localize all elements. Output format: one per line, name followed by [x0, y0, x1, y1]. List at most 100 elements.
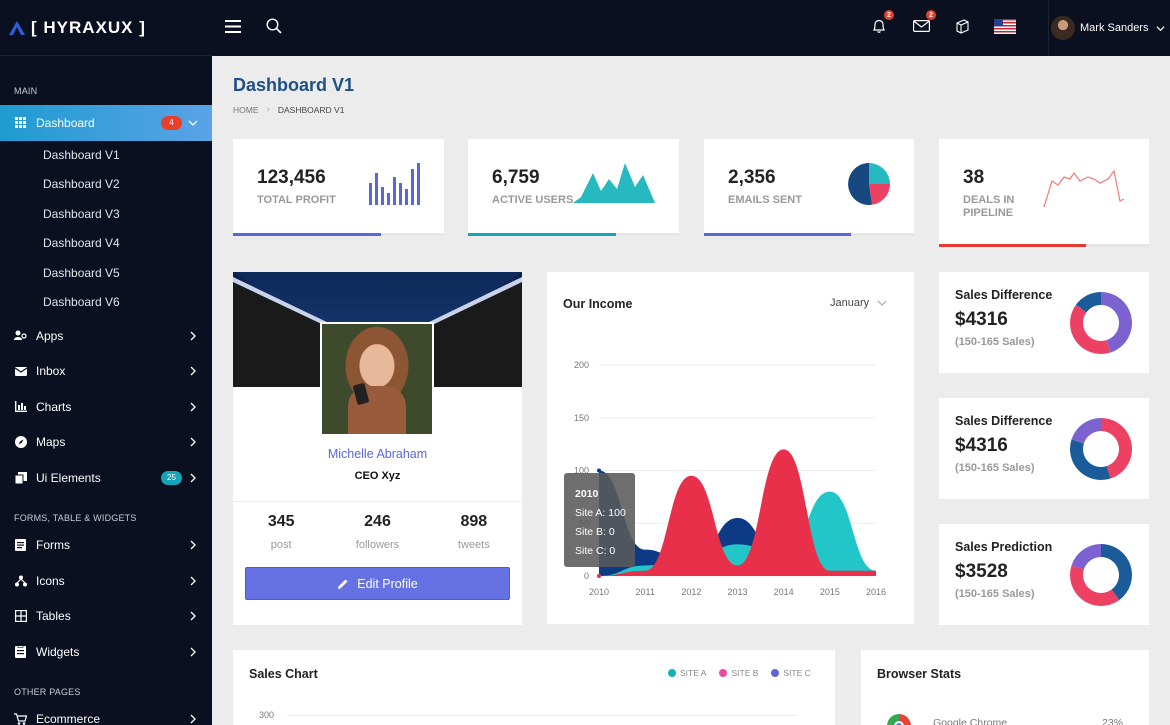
- sidebar-item-icons[interactable]: Icons: [0, 563, 212, 599]
- sidebar-item-widgets[interactable]: Widgets: [0, 634, 212, 670]
- sales-difference-card-2: Sales Difference $4316 (150-165 Sales): [939, 398, 1149, 499]
- y-tick-label: 150: [574, 413, 589, 423]
- chevron-right-icon: ›: [266, 104, 270, 115]
- notification-count-badge: 2: [884, 10, 894, 20]
- chart-tooltip: 2010 Site A: 100 Site B: 0 Site C: 0: [564, 473, 635, 567]
- sales-chart-card: Sales Chart SITE A SITE B SITE C 300: [233, 650, 835, 725]
- sidebar-item-ui-elements[interactable]: Ui Elements 25: [0, 460, 212, 496]
- stat-value: 345: [267, 513, 295, 530]
- donut-segment: [1071, 544, 1101, 570]
- clone-icon: [14, 471, 27, 484]
- bar-chart-icon: [14, 400, 27, 413]
- stat-label: EMAILS SENT: [728, 194, 802, 206]
- sidebar-item-tables[interactable]: Tables: [0, 599, 212, 635]
- chevron-right-icon: [188, 714, 198, 724]
- us-flag-icon: [994, 18, 1016, 34]
- sidebar-item-label: Inbox: [36, 364, 66, 379]
- profile-stat-tweets: 898 tweets: [426, 513, 522, 551]
- user-name: Mark Sanders: [1080, 22, 1149, 34]
- profile-name[interactable]: Michelle Abraham: [233, 447, 522, 461]
- chevron-right-icon: [188, 473, 198, 483]
- sidebar-subitem-dashboard-v5[interactable]: Dashboard V5: [0, 259, 212, 289]
- messages-button[interactable]: 2: [910, 10, 936, 37]
- sidebar-item-maps[interactable]: Maps: [0, 425, 212, 461]
- sidebar-item-label: Tables: [36, 609, 71, 624]
- legend-label: SITE A: [680, 668, 707, 678]
- card-title: Sales Prediction: [955, 540, 1053, 554]
- sidebar-item-label: Charts: [36, 399, 72, 414]
- section-title-main: MAIN: [14, 86, 38, 96]
- compass-icon: [14, 436, 27, 449]
- x-tick-label: 2012: [681, 587, 701, 597]
- grid-icon: [14, 116, 27, 129]
- chevron-right-icon: [188, 576, 198, 586]
- page-title: Dashboard V1: [233, 75, 355, 95]
- chevron-right-icon: [188, 437, 198, 447]
- clipboard-icon: [14, 645, 27, 658]
- income-chart: 0501001502002010201120122013201420152016: [574, 360, 886, 597]
- mini-pie-chart: [848, 163, 890, 205]
- hamburger-icon: [225, 19, 241, 33]
- legend-item[interactable]: SITE B: [719, 668, 758, 678]
- profile-role: CEO Xyz: [354, 470, 401, 482]
- mini-area-chart: [573, 163, 655, 203]
- sidebar-subitem-dashboard-v3[interactable]: Dashboard V3: [0, 200, 212, 230]
- chevron-down-icon: [188, 118, 198, 128]
- breadcrumb-current: DASHBOARD V1: [277, 104, 345, 115]
- sidebar-subitem-dashboard-v4[interactable]: Dashboard V4: [0, 229, 212, 259]
- card-value: $4316: [955, 435, 1008, 456]
- profile-photo: [320, 322, 434, 436]
- browser-stats-title: Browser Stats: [877, 667, 962, 681]
- y-tick-label: 300: [259, 710, 275, 720]
- breadcrumb: HOME › DASHBOARD V1: [233, 104, 344, 115]
- sidebar-item-apps[interactable]: Apps: [0, 318, 212, 354]
- stat-label-line2: PIPELINE: [963, 207, 1014, 219]
- sales-chart-legend: SITE A SITE B SITE C: [668, 668, 824, 678]
- profile-stat-followers: 246 followers: [329, 513, 425, 551]
- legend-swatch: [668, 669, 676, 677]
- sidebar-item-forms[interactable]: Forms: [0, 528, 212, 564]
- legend-label: SITE B: [731, 668, 759, 678]
- income-card: Our Income January 050100150200201020112…: [547, 272, 914, 624]
- notifications-button[interactable]: 2: [868, 10, 894, 37]
- card-subtitle: (150-165 Sales): [955, 336, 1035, 348]
- legend-item[interactable]: SITE C: [771, 668, 811, 678]
- apps-button[interactable]: [951, 15, 973, 37]
- sidebar-subitem-dashboard-v6[interactable]: Dashboard V6: [0, 288, 212, 318]
- sidebar-item-inbox[interactable]: Inbox: [0, 354, 212, 390]
- chevron-down-icon: [1156, 25, 1165, 31]
- donut-segment: [1071, 418, 1101, 444]
- tooltip-line: Site C: 0: [575, 545, 616, 557]
- stat-value: 123,456: [257, 167, 326, 188]
- language-button[interactable]: [993, 15, 1017, 37]
- donut-chart: [1070, 292, 1132, 354]
- sidebar-item-label: Widgets: [36, 644, 80, 659]
- envelope-icon: [14, 365, 27, 378]
- sidebar-subitem-dashboard-v1[interactable]: Dashboard V1: [0, 141, 212, 171]
- sidebar-item-charts[interactable]: Charts: [0, 389, 212, 425]
- gridline: [287, 715, 797, 716]
- breadcrumb-home[interactable]: HOME: [233, 105, 259, 115]
- chevron-right-icon: [188, 331, 198, 341]
- card-subtitle: (150-165 Sales): [955, 462, 1035, 474]
- sidebar-subitem-dashboard-v2[interactable]: Dashboard V2: [0, 170, 212, 200]
- brand[interactable]: [ HYRAXUX ]: [0, 0, 212, 56]
- sidebar-item-dashboard[interactable]: Dashboard 4: [0, 105, 212, 141]
- sidebar-item-ecommerce[interactable]: Ecommerce: [0, 702, 212, 725]
- y-tick-label: 0: [584, 571, 589, 581]
- stat-label-line1: DEALS IN: [963, 194, 1015, 206]
- card-subtitle: (150-165 Sales): [955, 588, 1035, 600]
- legend-item[interactable]: SITE A: [668, 668, 706, 678]
- edit-profile-label: Edit Profile: [357, 576, 418, 591]
- sitemap-icon: [14, 574, 27, 587]
- donut-segment: [1070, 565, 1120, 606]
- chevron-right-icon: [188, 540, 198, 550]
- chevron-right-icon: [188, 402, 198, 412]
- legend-label: SITE C: [783, 668, 811, 678]
- donut-segment: [1070, 304, 1111, 354]
- search-button[interactable]: [263, 15, 285, 37]
- menu-toggle-button[interactable]: [222, 15, 244, 37]
- edit-profile-button[interactable]: Edit Profile: [245, 567, 510, 600]
- user-menu[interactable]: Mark Sanders: [1048, 0, 1170, 56]
- card-title: Sales Difference: [955, 288, 1053, 302]
